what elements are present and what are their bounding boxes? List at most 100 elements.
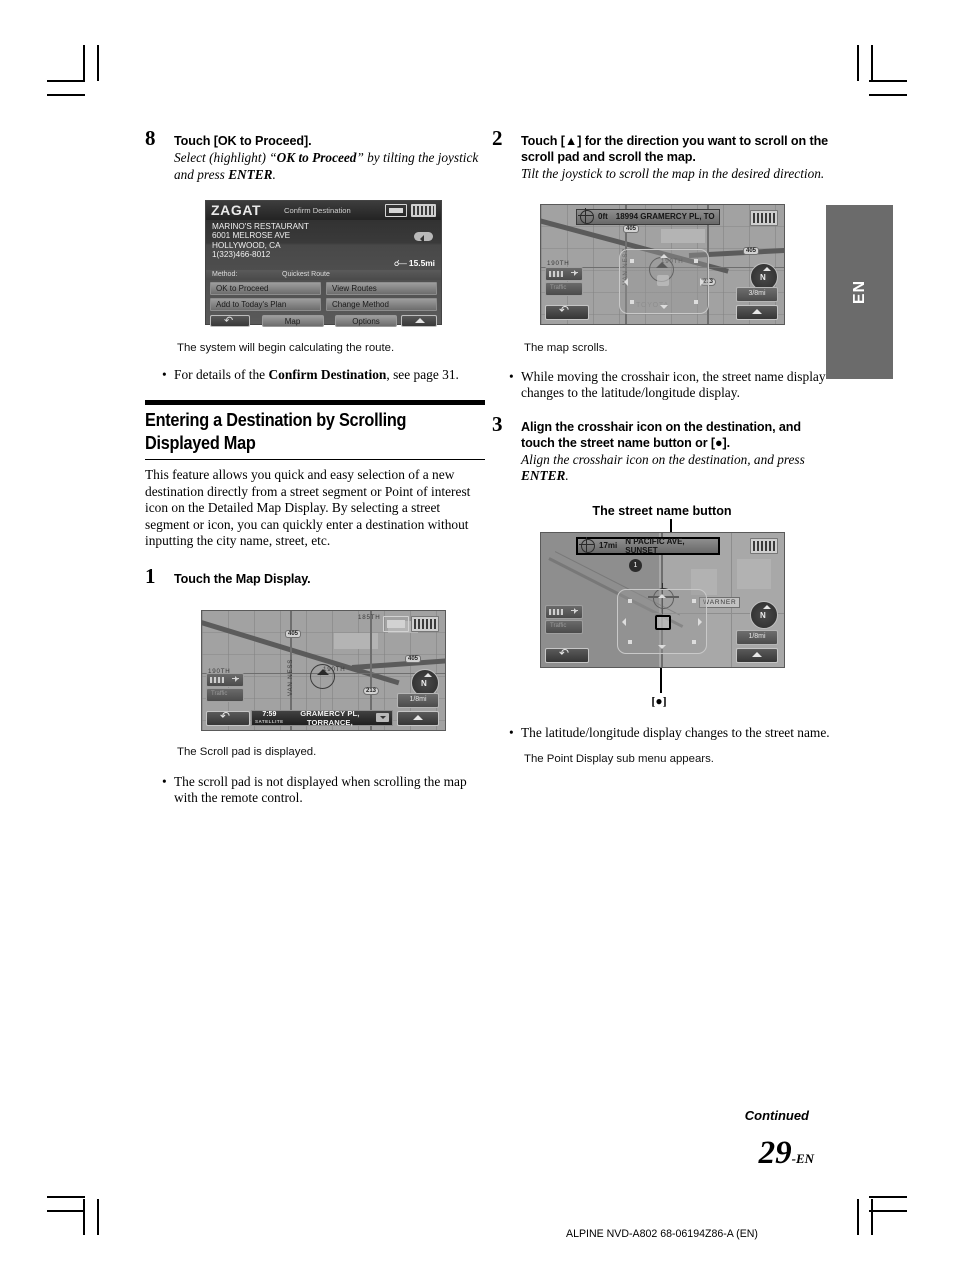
scroll-down-left-arrow[interactable] (630, 299, 634, 304)
traffic-button[interactable]: Traffic (545, 619, 583, 634)
back-button[interactable] (210, 314, 250, 327)
crop-mark (47, 1196, 85, 1198)
step-8-result-note: The system will begin calculating the ro… (177, 342, 395, 354)
change-method-button[interactable]: Change Method (326, 298, 437, 311)
scroll-left-arrow[interactable] (624, 277, 628, 286)
scroll-up-arrow[interactable] (658, 593, 666, 598)
add-to-todays-plan-button[interactable]: Add to Today's Plan (210, 298, 321, 311)
scroll-right-arrow[interactable] (698, 617, 702, 626)
crop-mark (857, 1199, 859, 1235)
page-number-suffix: -EN (791, 1151, 814, 1166)
step-2-number: 2 (492, 126, 503, 150)
back-button[interactable] (545, 303, 589, 320)
step-3-subtitle: Align the crosshair icon on the destinat… (521, 451, 805, 484)
map-display-screen-1[interactable]: 190TH 190TH VAN NESS 185TH 405 405 213 T… (201, 609, 446, 731)
map-label-190th: 190TH (547, 259, 570, 267)
language-tab-label: EN (850, 279, 868, 305)
menu-grid-icon[interactable] (411, 615, 439, 632)
street-name-bar[interactable]: 7:59 SATELLITE GRAMERCY PL, TORRANCE, (251, 709, 393, 727)
crop-mark (869, 1210, 907, 1212)
method-label: Method: (212, 271, 238, 278)
scroll-up-button[interactable] (397, 710, 439, 726)
traffic-button[interactable]: Traffic (206, 687, 244, 702)
left-column: 8 Touch [OK to Proceed]. Select (highlig… (145, 128, 485, 807)
map-display-screen-2[interactable]: 190TH 190TH VAN NESS TOYOTA 405 405 213 … (540, 203, 785, 325)
traffic-button[interactable]: Traffic (545, 281, 583, 296)
traffic-list-button[interactable] (545, 266, 583, 281)
traffic-list-button[interactable] (545, 604, 583, 619)
scroll-right-arrow[interactable] (700, 277, 704, 286)
scroll-down-right-arrow[interactable] (692, 639, 696, 644)
scroll-pad-center-button[interactable] (657, 274, 669, 286)
step-8: 8 Touch [OK to Proceed]. Select (highlig… (145, 128, 485, 183)
crop-mark (869, 1196, 907, 1198)
route-method-row: Method: Quickest Route (206, 270, 441, 280)
options-button[interactable]: Options (335, 315, 397, 327)
split-screen-icon[interactable] (383, 615, 409, 632)
scroll-down-right-arrow[interactable] (694, 299, 698, 304)
section-rule-bottom (145, 458, 485, 460)
step-3: 3 Align the crosshair icon on the destin… (492, 413, 832, 485)
scroll-up-left-arrow[interactable] (628, 598, 632, 603)
bullet-dot: • (162, 773, 167, 789)
destination-line-3: HOLLYWOOD, CA (212, 240, 281, 250)
scroll-pad-center-button[interactable] (655, 614, 671, 630)
menu-grid-icon[interactable] (750, 209, 778, 226)
crop-mark (857, 45, 859, 81)
chevron-down-icon[interactable] (376, 713, 389, 722)
scroll-down-left-arrow[interactable] (628, 639, 632, 644)
scroll-down-arrow[interactable] (660, 304, 668, 309)
step-1: 1 Touch the Map Display. (145, 565, 485, 587)
step-3-number: 3 (492, 411, 503, 436)
language-tab-en: EN (826, 205, 893, 379)
confirm-screen-title: Confirm Destination (284, 206, 351, 215)
back-button[interactable] (545, 646, 589, 663)
crop-mark (83, 1199, 85, 1235)
scroll-up-button[interactable] (736, 304, 778, 320)
map-button[interactable]: Map (261, 315, 324, 327)
scroll-up-right-arrow[interactable] (692, 598, 696, 603)
scroll-up-arrow[interactable] (660, 253, 668, 258)
crop-mark (47, 94, 85, 96)
menu-grid-icon[interactable] (411, 204, 436, 217)
scroll-up-button[interactable] (736, 647, 778, 663)
crosshair-icon (578, 207, 594, 224)
crosshair-icon (579, 536, 595, 553)
scroll-up-button[interactable] (401, 315, 437, 327)
map-block (661, 228, 705, 243)
map-shield-405: 405 (623, 224, 640, 233)
scroll-left-arrow[interactable] (622, 617, 626, 626)
scroll-down-arrow[interactable] (658, 644, 666, 649)
scroll-pad[interactable] (619, 248, 709, 314)
destination-info: MARINO'S RESTAURANT 6001 MELROSE AVE HOL… (206, 220, 441, 270)
compass-icon[interactable] (750, 600, 778, 629)
ok-to-proceed-button[interactable]: OK to Proceed (210, 282, 321, 295)
scroll-up-right-arrow[interactable] (694, 258, 698, 263)
map-scale-indicator[interactable]: 1/8mi (397, 692, 439, 708)
step-3-bullet-text: The latitude/longitude display changes t… (521, 724, 830, 740)
crosshair-distance: 17mi (599, 541, 618, 550)
confirm-destination-screen: ZAGAT Confirm Destination MARINO'S RESTA… (205, 200, 442, 327)
back-button[interactable] (206, 709, 250, 726)
traffic-list-button[interactable] (206, 672, 244, 687)
split-screen-icon[interactable] (385, 204, 407, 217)
page-number-value: 29 (758, 1135, 792, 1171)
step-8-title: Touch [OK to Proceed]. (174, 134, 312, 148)
street-name-button[interactable]: 17mi N PACIFIC AVE, SUNSET (576, 536, 720, 555)
crop-mark (47, 80, 85, 82)
map-display-screen-3[interactable]: WARNER 1 17mi N PACIFIC AVE, SUNSET Traf… (540, 531, 785, 668)
section-heading: Entering a Destination by Scrolling Disp… (145, 408, 407, 453)
step-8-number: 8 (145, 126, 156, 150)
crop-mark (871, 1199, 873, 1235)
scroll-up-left-arrow[interactable] (630, 258, 634, 263)
scroll-pad[interactable] (617, 588, 707, 654)
street-name-button[interactable]: 0ft 18994 GRAMERCY PL, TO (576, 207, 720, 225)
menu-grid-icon[interactable] (750, 537, 778, 554)
step-3-title: Align the crosshair icon on the destinat… (521, 419, 801, 450)
map-scale-indicator[interactable]: 1/8mi (736, 629, 778, 645)
view-routes-button[interactable]: View Routes (326, 282, 437, 295)
map-scale-indicator[interactable]: 3/8mi (736, 286, 778, 302)
step-1-bullet: • The scroll pad is not displayed when s… (162, 774, 485, 807)
crop-mark (97, 1199, 99, 1235)
map-marker-1: 1 (629, 558, 642, 572)
